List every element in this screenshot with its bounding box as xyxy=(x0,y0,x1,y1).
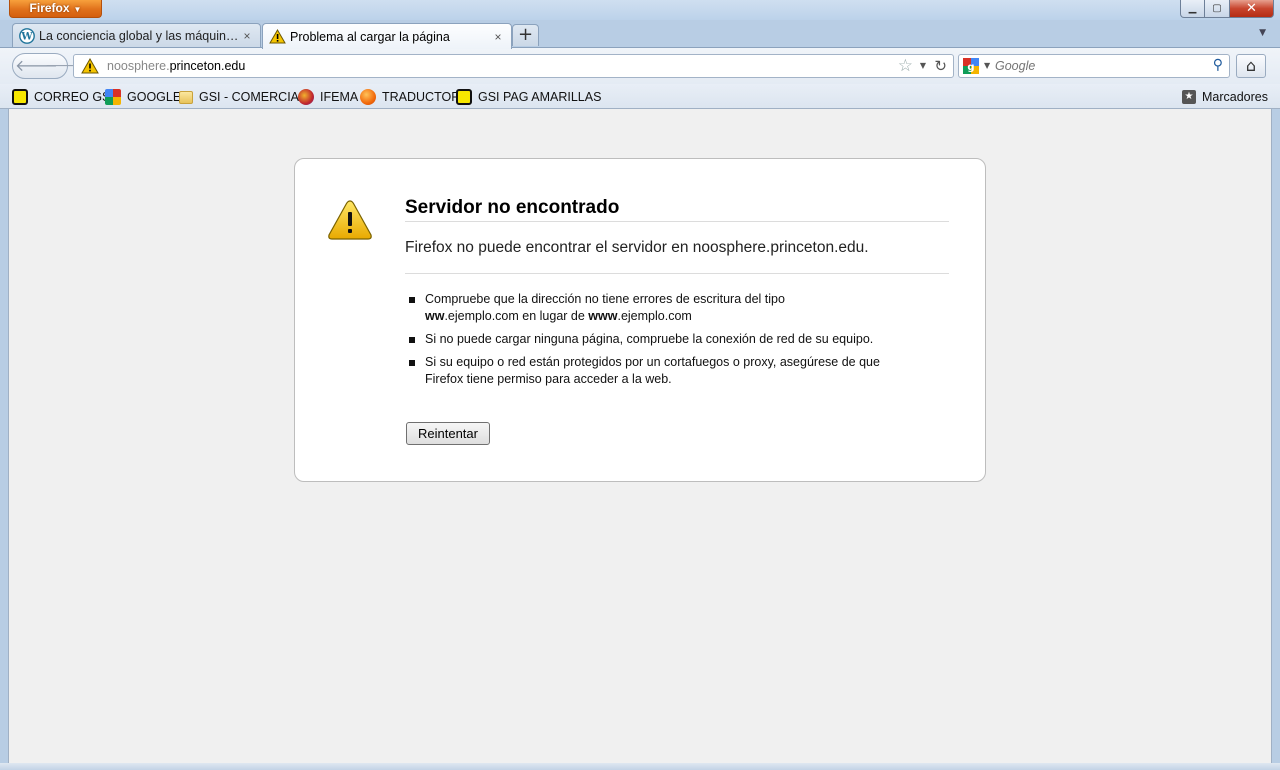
bookmark-label: GOOGLE xyxy=(127,90,182,104)
minimize-button[interactable]: ▁ xyxy=(1180,0,1205,18)
home-button[interactable]: ⌂ xyxy=(1236,54,1266,78)
svg-text:g: g xyxy=(967,62,974,73)
url-subdomain: noosphere. xyxy=(107,59,170,73)
bookmark-label: GSI PAG AMARILLAS xyxy=(478,90,602,104)
tab-title: Problema al cargar la página xyxy=(290,29,450,44)
bookmark-label: GSI - COMERCIAL xyxy=(199,90,306,104)
yellow-square-icon xyxy=(12,89,28,105)
list-all-tabs-button[interactable]: ▼ xyxy=(1259,28,1266,38)
url-domain: princeton.edu xyxy=(169,59,246,73)
tip-text: .ejemplo.com en lugar de xyxy=(444,309,589,323)
maximize-icon: ▢ xyxy=(1212,3,1222,14)
chevron-down-icon: ▼ xyxy=(73,5,82,14)
tip-bold: ww xyxy=(425,309,445,323)
tip-text: Compruebe que la dirección no tiene erro… xyxy=(425,292,785,306)
tip-text: Si su equipo o red están protegidos por … xyxy=(425,355,880,386)
svg-text:W: W xyxy=(20,32,33,43)
wordpress-icon: W xyxy=(19,28,35,44)
bookmark-google[interactable]: GOOGLE xyxy=(105,88,181,106)
bookmarks-toolbar: CORREO GSI GOOGLE GSI - COMERCIAL IFEMA … xyxy=(0,84,1280,109)
back-forward-group: 🡐 🡒 xyxy=(12,53,83,79)
firefox-menu-button[interactable]: Firefox ▼ xyxy=(9,0,102,18)
search-engine-dropdown-icon[interactable]: ▼ xyxy=(984,61,990,70)
search-input[interactable] xyxy=(995,56,1205,76)
folder-icon xyxy=(179,90,193,104)
yellow-square-icon xyxy=(456,89,472,105)
plus-icon: + xyxy=(517,24,534,45)
forward-button[interactable]: 🡒 xyxy=(45,55,83,77)
tab-problema-al-cargar[interactable]: Problema al cargar la página × xyxy=(262,23,512,49)
tab-close-button[interactable]: × xyxy=(240,29,254,43)
bookmark-ifema[interactable]: IFEMA xyxy=(298,88,358,106)
orange-icon xyxy=(360,89,376,105)
status-bar xyxy=(0,763,1280,770)
minimize-icon: ▁ xyxy=(1188,3,1197,14)
error-description: Firefox no puede encontrar el servidor e… xyxy=(405,239,949,274)
tip-text: Si no puede cargar ninguna página, compr… xyxy=(425,332,874,346)
retry-button[interactable]: Reintentar xyxy=(406,422,490,445)
close-window-button[interactable]: ✕ xyxy=(1230,0,1274,18)
warning-icon xyxy=(269,29,286,44)
tab-strip: W La conciencia global y las máquinas ..… xyxy=(0,20,1280,49)
url-bar[interactable]: noosphere.princeton.edu ☆ ▼ ↻ xyxy=(73,54,954,78)
title-bar: Firefox ▼ ▁ ▢ ✕ xyxy=(0,0,1280,20)
search-bar: g ▼ ⚲ xyxy=(958,54,1230,78)
ifema-icon xyxy=(298,89,314,105)
list-item: Si no puede cargar ninguna página, compr… xyxy=(405,331,905,348)
bookmark-label: CORREO GSI xyxy=(34,90,114,104)
warning-icon xyxy=(328,200,372,240)
error-tips-list: Compruebe que la dirección no tiene erro… xyxy=(405,291,905,394)
bookmark-traductor[interactable]: TRADUCTOR xyxy=(360,88,460,106)
bookmark-gsi-pag-amarillas[interactable]: GSI PAG AMARILLAS xyxy=(456,88,601,106)
bookmark-gsi-comercial[interactable]: GSI - COMERCIAL xyxy=(179,88,306,106)
bookmark-label: IFEMA xyxy=(320,90,359,104)
error-title: Servidor no encontrado xyxy=(405,197,949,222)
new-tab-button[interactable]: + xyxy=(512,24,539,46)
google-icon xyxy=(105,89,121,105)
bookmarks-star-icon: ★ xyxy=(1182,90,1196,104)
close-icon: ✕ xyxy=(1246,1,1257,16)
bookmark-correo-gsi[interactable]: CORREO GSI xyxy=(12,88,114,106)
maximize-button[interactable]: ▢ xyxy=(1205,0,1230,18)
list-item: Compruebe que la dirección no tiene erro… xyxy=(405,291,905,325)
reload-icon[interactable]: ↻ xyxy=(934,57,947,75)
search-magnifier-icon[interactable]: ⚲ xyxy=(1213,57,1223,73)
back-button[interactable]: 🡐 xyxy=(15,55,58,77)
bookmarks-menu-button[interactable]: ★ Marcadores xyxy=(1182,88,1268,106)
tip-bold: www xyxy=(588,309,618,323)
tab-la-conciencia-global[interactable]: W La conciencia global y las máquinas ..… xyxy=(12,23,261,48)
window-controls: ▁ ▢ ✕ xyxy=(1180,0,1274,18)
bookmark-label: TRADUCTOR xyxy=(382,90,461,104)
bookmarks-menu-label: Marcadores xyxy=(1202,90,1268,104)
tab-close-button[interactable]: × xyxy=(491,30,505,44)
url-history-dropdown-icon[interactable]: ▼ xyxy=(920,61,926,70)
tab-title: La conciencia global y las máquinas ... xyxy=(39,29,240,43)
url-text[interactable]: noosphere.princeton.edu xyxy=(107,59,245,73)
bookmark-star-icon[interactable]: ☆ xyxy=(898,56,913,76)
navigation-toolbar: 🡐 🡒 noosphere.princeton.edu ☆ ▼ ↻ g ▼ ⚲ xyxy=(0,47,1280,84)
firefox-menu-label: Firefox xyxy=(29,1,70,15)
home-icon: ⌂ xyxy=(1245,56,1257,75)
site-warning-icon[interactable] xyxy=(81,58,99,74)
tip-text: .ejemplo.com xyxy=(617,309,692,323)
list-item: Si su equipo o red están protegidos por … xyxy=(405,354,885,388)
error-page-container: Servidor no encontrado Firefox no puede … xyxy=(294,158,986,482)
google-engine-icon[interactable]: g xyxy=(963,58,979,74)
